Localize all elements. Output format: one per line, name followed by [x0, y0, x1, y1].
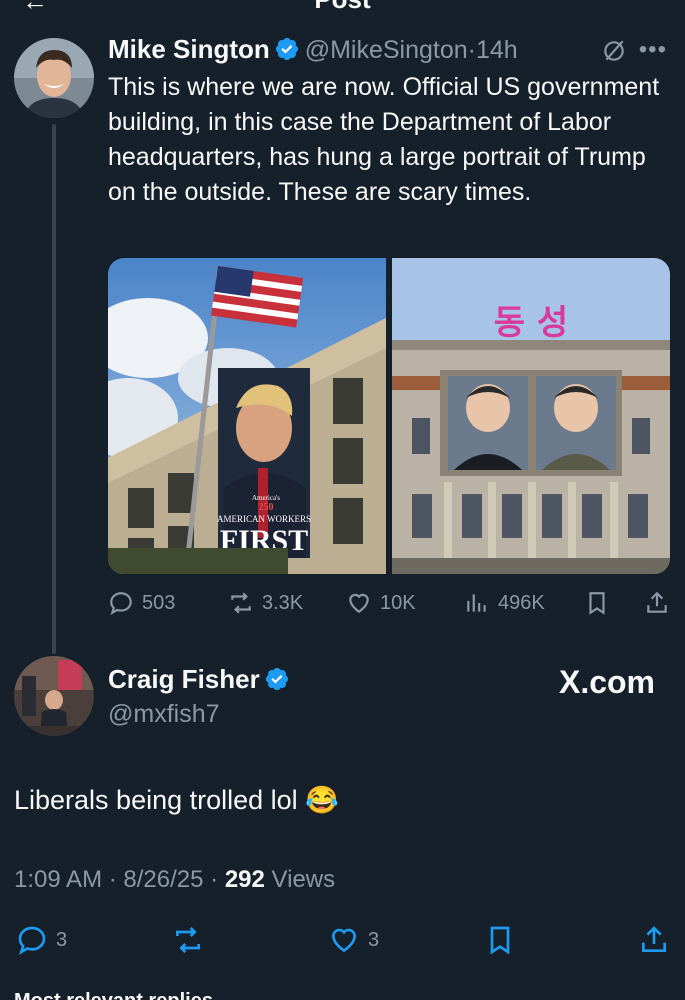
media-image-right[interactable]: 동 성: [392, 258, 670, 574]
bookmark-icon: [490, 926, 510, 955]
building-sign: 동 성: [494, 303, 568, 343]
reply-count: 503: [142, 591, 176, 614]
repost-button[interactable]: 3.3K: [228, 590, 303, 616]
tweet-text-body: Liberals being trolled lol: [14, 785, 298, 815]
replies-sort-label[interactable]: Most relevant replies: [14, 990, 213, 1000]
views-count: 292: [224, 866, 265, 893]
views-count: 496K: [498, 591, 545, 614]
grok-icon[interactable]: [601, 38, 627, 69]
tweet-time[interactable]: 1:09 AM: [14, 866, 102, 893]
like-count: 3: [368, 928, 380, 951]
thread-line: [52, 124, 56, 654]
page-title: Post: [0, 0, 685, 15]
like-button[interactable]: 10K: [346, 590, 416, 616]
share-icon: [642, 926, 666, 952]
views-label: Views: [271, 866, 336, 893]
author-handle[interactable]: @mxfish7: [108, 700, 220, 729]
tweet-media[interactable]: America's 250 AMERICAN WORKERS FIRST 동 성: [108, 258, 670, 574]
repost-icon: [176, 927, 200, 953]
separator: ·: [210, 866, 219, 893]
verified-badge-icon: [266, 667, 289, 691]
author-name[interactable]: Craig Fisher: [108, 664, 260, 694]
banner-line1: America's: [252, 494, 280, 502]
bookmark-button[interactable]: [584, 590, 618, 616]
reply-count: 3: [56, 928, 68, 951]
avatar[interactable]: [14, 38, 94, 118]
share-button[interactable]: [644, 590, 678, 616]
tweet-time[interactable]: 14h: [476, 36, 518, 64]
reply-icon: [18, 926, 46, 955]
share-button[interactable]: [638, 924, 678, 956]
like-button[interactable]: 3: [328, 924, 379, 956]
tweet-date[interactable]: 8/26/25: [123, 866, 203, 893]
share-icon: [647, 591, 667, 613]
separator: ·: [108, 866, 117, 893]
verified-badge-icon: [276, 37, 299, 61]
media-image-left[interactable]: America's 250 AMERICAN WORKERS FIRST: [108, 258, 386, 574]
author-name[interactable]: Mike Sington: [108, 34, 270, 64]
heart-icon: [331, 928, 357, 953]
reply-button[interactable]: 3: [16, 924, 67, 956]
author-handle[interactable]: @MikeSington: [305, 36, 468, 64]
separator: ·: [467, 36, 476, 64]
reply-button[interactable]: 503: [108, 590, 175, 616]
bookmark-button[interactable]: [484, 924, 524, 956]
bookmark-icon: [589, 592, 605, 615]
source-watermark: X.com: [558, 664, 655, 700]
banner-line2: 250: [259, 502, 274, 513]
tweet-header: Craig Fisher: [108, 664, 290, 695]
views-button[interactable]: 496K: [464, 590, 545, 616]
heart-icon: [349, 593, 369, 613]
repost-count: 3.3K: [262, 591, 304, 614]
more-icon[interactable]: •••: [639, 36, 667, 64]
avatar[interactable]: [14, 656, 94, 736]
repost-icon: [231, 592, 251, 614]
laughing-emoji: 😂: [305, 785, 339, 815]
banner-line3: AMERICAN WORKERS: [217, 514, 311, 524]
tweet-text: This is where we are now. Official US go…: [108, 73, 660, 206]
reply-icon: [110, 592, 132, 616]
views-icon: [467, 594, 486, 612]
repost-button[interactable]: [172, 924, 212, 956]
tweet-header: Mike Sington @MikeSington·14h: [108, 34, 518, 65]
like-count: 10K: [380, 591, 416, 614]
tweet-meta: 1:09 AM · 8/26/25 · 292 Views: [14, 866, 335, 894]
tweet-text: Liberals being trolled lol 😂: [14, 784, 339, 816]
